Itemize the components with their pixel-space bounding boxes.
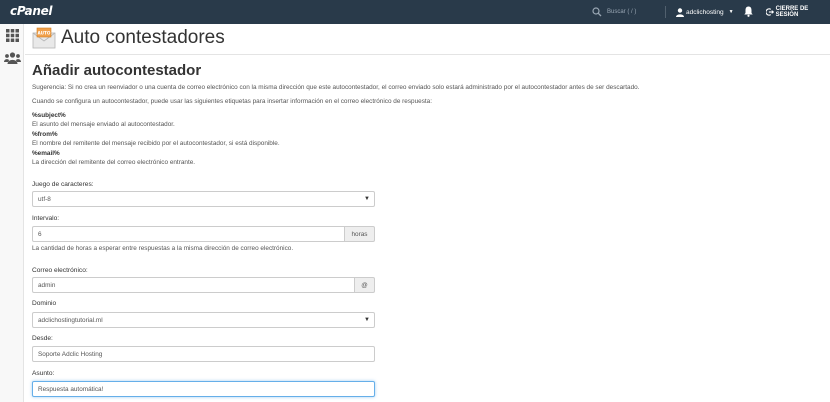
email-input[interactable]: admin [32, 277, 355, 293]
interval-help-text: La cantidad de horas a esperar entre res… [32, 245, 294, 252]
logout-icon [766, 8, 774, 16]
charset-label: Juego de caracteres: [32, 181, 94, 188]
hint-text: Sugerencia: Si no crea un reenviador o u… [32, 84, 640, 91]
grid-icon[interactable] [6, 29, 19, 42]
autoresponder-envelope-icon: AUTO [32, 27, 56, 49]
interval-value: 6 [38, 230, 42, 238]
sidebar [0, 24, 24, 402]
subject-value: Respuesta automática! [38, 385, 104, 393]
user-menu[interactable]: adclichosting ▼ [676, 5, 734, 19]
cpanel-logo[interactable]: cPanel [10, 4, 53, 18]
search-box[interactable]: Buscar ( / ) [592, 5, 636, 19]
at-sign-addon: @ [355, 277, 375, 293]
interval-input[interactable]: 6 [32, 226, 345, 242]
icon-label: AUTO [38, 30, 51, 35]
logout-label: CIERRE DE SESIÓN [775, 6, 809, 18]
divider [665, 6, 666, 18]
domain-select[interactable]: adclichostingtutorial.ml ▼ [32, 312, 375, 328]
tag-subject: %subject% [32, 112, 66, 119]
from-label: Desde: [32, 335, 53, 342]
search-input[interactable]: Buscar ( / ) [607, 9, 636, 15]
section-title: Añadir autocontestador [32, 62, 202, 79]
user-name: adclichosting [686, 8, 724, 16]
domain-value: adclichostingtutorial.ml [38, 316, 103, 324]
tag-from: %from% [32, 131, 58, 138]
subject-label: Asunto: [32, 370, 55, 377]
tags-intro-text: Cuando se configura un autocontestador, … [32, 98, 433, 105]
main-content: AUTO Auto contestadores Añadir autoconte… [25, 24, 830, 402]
page-header: AUTO Auto contestadores [25, 24, 830, 55]
domain-label: Dominio [32, 300, 57, 307]
chevron-down-icon: ▼ [364, 196, 370, 202]
subject-input[interactable]: Respuesta automática! [32, 381, 375, 397]
page-title: Auto contestadores [61, 27, 225, 48]
charset-select[interactable]: utf-8 ▼ [32, 191, 375, 207]
chevron-down-icon: ▼ [728, 9, 734, 15]
logout-button[interactable]: CIERRE DE SESIÓN [766, 5, 830, 19]
bell-icon[interactable] [744, 6, 753, 17]
chevron-down-icon: ▼ [364, 317, 370, 323]
tag-email: %email% [32, 150, 60, 157]
interval-label: Intervalo: [32, 215, 60, 222]
email-value: admin [38, 281, 56, 289]
email-label: Correo electrónico: [32, 267, 88, 274]
from-input[interactable]: Soporte Adclic Hosting [32, 346, 375, 362]
tag-subject-desc: El asunto del mensaje enviado al autocon… [32, 121, 175, 128]
users-icon[interactable] [4, 52, 21, 64]
interval-unit-addon: horas [345, 226, 375, 242]
charset-value: utf-8 [38, 195, 51, 203]
search-icon [592, 7, 602, 17]
top-bar: cPanel Buscar ( / ) adclichosting ▼ CIER… [0, 0, 830, 24]
tag-email-desc: La dirección del remitente del correo el… [32, 159, 196, 166]
from-value: Soporte Adclic Hosting [38, 350, 103, 358]
user-icon [676, 7, 684, 17]
tag-from-desc: El nombre del remitente del mensaje reci… [32, 140, 280, 147]
